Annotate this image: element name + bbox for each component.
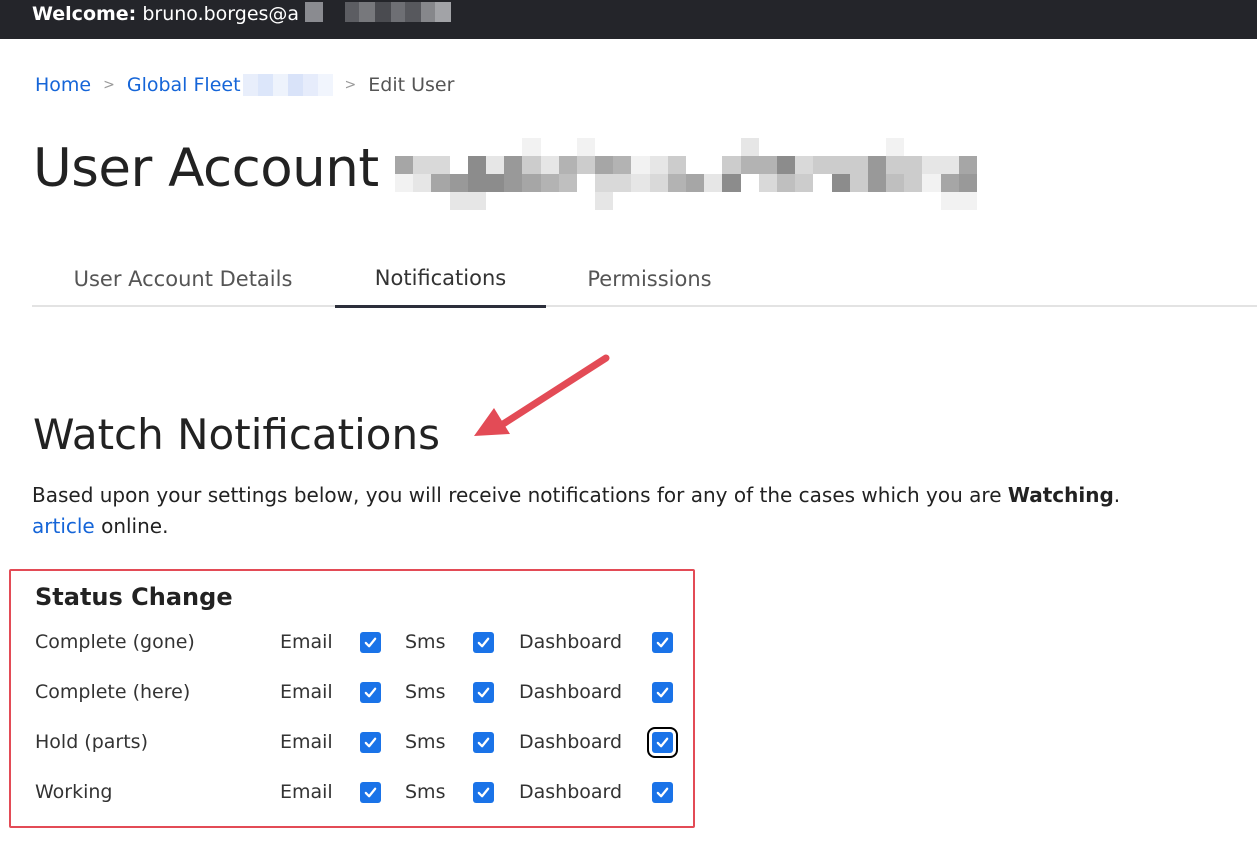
status-label: Hold (parts): [35, 731, 148, 753]
check-icon: [656, 637, 669, 648]
section-description: Based upon your settings below, you will…: [32, 480, 1257, 542]
tab-user-account-details[interactable]: User Account Details: [32, 250, 334, 307]
email-checkbox[interactable]: [360, 782, 381, 803]
description-period: .: [1113, 483, 1121, 507]
status-label: Working: [35, 781, 113, 803]
dashboard-checkbox[interactable]: [652, 682, 673, 703]
email-label: Email: [280, 781, 333, 803]
status-label: Complete (here): [35, 681, 191, 703]
dashboard-label: Dashboard: [519, 731, 623, 753]
tab-permissions[interactable]: Permissions: [547, 250, 752, 307]
description-bold: Watching: [1007, 483, 1114, 507]
check-icon: [364, 787, 377, 798]
welcome-user: bruno.borges@a: [142, 3, 300, 25]
check-icon: [477, 737, 490, 748]
check-icon: [477, 637, 490, 648]
email-checkbox[interactable]: [360, 632, 381, 653]
status-row: Working Email Sms Dashboard: [11, 778, 691, 808]
email-label: Email: [280, 731, 333, 753]
breadcrumb-separator: >: [103, 77, 115, 93]
dashboard-checkbox[interactable]: [652, 632, 673, 653]
redacted-email: [305, 2, 452, 27]
email-label: Email: [280, 681, 333, 703]
check-icon: [364, 687, 377, 698]
panel-title: Status Change: [35, 583, 233, 611]
status-row: Complete (gone) Email Sms Dashboard: [11, 628, 691, 658]
status-row: Complete (here) Email Sms Dashboard: [11, 678, 691, 708]
redacted-fleet-name: [242, 74, 333, 96]
tab-bar: User Account Details Notifications Permi…: [32, 250, 1257, 308]
annotation-arrow: [474, 354, 610, 436]
dashboard-label: Dashboard: [519, 681, 623, 703]
description-text: Based upon your settings below, you will…: [32, 483, 1008, 507]
redacted-account-name: [395, 138, 977, 210]
check-icon: [477, 687, 490, 698]
top-bar: Welcome: bruno.borges@a: [0, 0, 1257, 39]
tab-notifications[interactable]: Notifications: [335, 250, 546, 308]
page-title: User Account: [33, 138, 379, 199]
breadcrumb-home-link[interactable]: Home: [35, 74, 91, 96]
sms-label: Sms: [405, 781, 446, 803]
email-checkbox[interactable]: [360, 682, 381, 703]
welcome-label: Welcome:: [32, 3, 137, 25]
section-title: Watch Notifications: [33, 410, 440, 459]
sms-label: Sms: [405, 631, 446, 653]
email-label: Email: [280, 631, 333, 653]
sms-checkbox[interactable]: [473, 732, 494, 753]
check-icon: [364, 637, 377, 648]
description-online: online.: [94, 514, 169, 538]
dashboard-checkbox[interactable]: [647, 727, 678, 758]
article-link[interactable]: article: [32, 514, 95, 538]
sms-checkbox[interactable]: [473, 782, 494, 803]
dashboard-checkbox[interactable]: [652, 782, 673, 803]
status-label: Complete (gone): [35, 631, 195, 653]
dashboard-label: Dashboard: [519, 631, 623, 653]
breadcrumb-separator: >: [344, 77, 357, 93]
sms-label: Sms: [405, 681, 446, 703]
status-change-panel: Status Change Complete (gone) Email Sms …: [9, 569, 695, 828]
welcome-text: Welcome: bruno.borges@a: [32, 2, 452, 27]
status-row: Hold (parts) Email Sms Dashboard: [11, 727, 691, 758]
dashboard-label: Dashboard: [519, 781, 623, 803]
check-icon: [477, 787, 490, 798]
check-icon: [656, 737, 669, 748]
check-icon: [364, 737, 377, 748]
breadcrumb: Home > Global Fleet > Edit User: [35, 74, 454, 96]
sms-checkbox[interactable]: [473, 682, 494, 703]
sms-label: Sms: [405, 731, 446, 753]
breadcrumb-current: Edit User: [368, 74, 455, 96]
sms-checkbox[interactable]: [473, 632, 494, 653]
check-icon: [656, 787, 669, 798]
check-icon: [656, 687, 669, 698]
email-checkbox[interactable]: [360, 732, 381, 753]
breadcrumb-fleet-link[interactable]: Global Fleet: [127, 74, 241, 96]
